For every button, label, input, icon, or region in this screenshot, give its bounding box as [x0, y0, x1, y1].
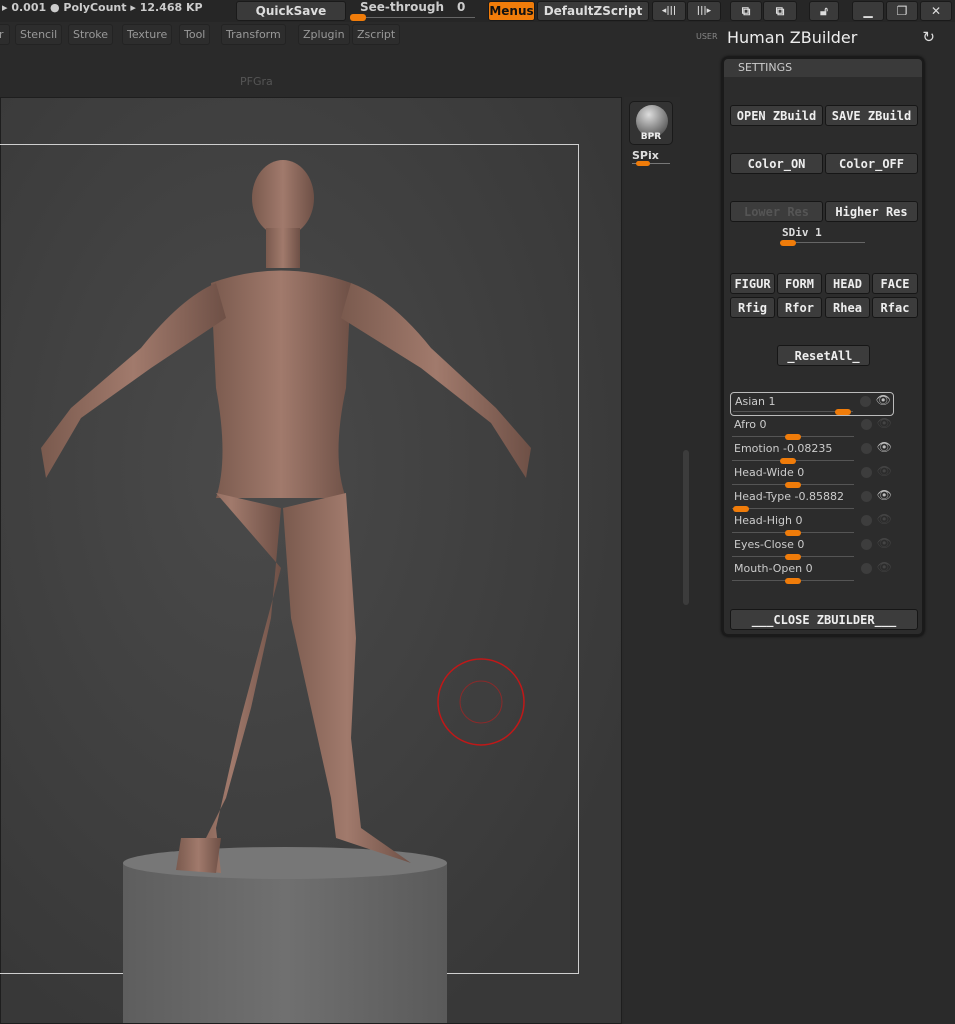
keyframe-dot-icon[interactable]: [861, 515, 872, 526]
eye-icon[interactable]: 👁︎: [877, 560, 892, 574]
slider-track[interactable]: [732, 508, 854, 509]
human-figure-model[interactable]: [1, 98, 621, 1023]
see-through-value: 0: [457, 0, 466, 14]
slider-thumb[interactable]: [834, 409, 851, 415]
sdiv-thumb[interactable]: [780, 240, 796, 246]
menu-item-transform[interactable]: Transform: [221, 24, 286, 45]
preset-rfor-button[interactable]: Rfor: [777, 297, 822, 318]
see-through-label: See-through: [360, 0, 445, 14]
viewport[interactable]: [0, 98, 621, 1023]
slider-label: Emotion -0.08235: [734, 442, 833, 455]
slider-label: Afro 0: [734, 418, 767, 431]
right-shelf: BPR SPix: [624, 97, 680, 1024]
eye-icon[interactable]: 👁︎: [877, 536, 892, 550]
scrollbar[interactable]: [683, 450, 689, 605]
slider-eyes-close[interactable]: Eyes-Close 0 👁︎: [730, 536, 894, 560]
eye-icon[interactable]: 👁︎: [876, 393, 891, 407]
pedestal: [123, 847, 447, 1023]
slider-emotion[interactable]: Emotion -0.08235 👁︎: [730, 440, 894, 464]
color-on-button[interactable]: Color_ON: [730, 153, 823, 174]
preset-rfac-button[interactable]: Rfac: [872, 297, 918, 318]
menu-item-zplugin[interactable]: Zplugin: [298, 24, 350, 45]
preset-face-button[interactable]: FACE: [872, 273, 918, 294]
slider-thumb[interactable]: [785, 578, 801, 584]
preset-figur-button[interactable]: FIGUR: [730, 273, 775, 294]
restore-icon[interactable]: ❐: [886, 1, 918, 21]
canvas[interactable]: [0, 97, 622, 1024]
keyframe-dot-icon[interactable]: [861, 467, 872, 478]
ui-swap-left-icon[interactable]: ⧉: [730, 1, 762, 21]
slider-label: Head-Type -0.85882: [734, 490, 844, 503]
menus-button[interactable]: Menus: [488, 1, 535, 21]
menu-item-stencil[interactable]: Stencil: [15, 24, 63, 45]
preset-rfig-button[interactable]: Rfig: [730, 297, 775, 318]
panel-title: Human ZBuilder: [727, 28, 858, 47]
keyframe-dot-icon[interactable]: [861, 419, 872, 430]
slider-head-type[interactable]: Head-Type -0.85882 👁︎: [730, 488, 894, 512]
layout-right-icon[interactable]: |||▸: [687, 1, 721, 21]
preset-rhea-button[interactable]: Rhea: [825, 297, 870, 318]
menu-item-tool[interactable]: Tool: [179, 24, 211, 45]
menu-item-stroke[interactable]: Stroke: [68, 24, 114, 45]
slider-afro[interactable]: Afro 0 👁︎: [730, 416, 894, 440]
slider-label: Head-Wide 0: [734, 466, 805, 479]
keyframe-dot-icon[interactable]: [860, 396, 871, 407]
refresh-icon[interactable]: ↻: [922, 28, 935, 46]
sdiv-label: SDiv 1: [782, 226, 822, 239]
see-through-slider[interactable]: See-through 0: [350, 0, 480, 22]
user-label: USER: [696, 32, 718, 41]
slider-head-high[interactable]: Head-High 0 👁︎: [730, 512, 894, 536]
settings-header[interactable]: SETTINGS: [724, 59, 922, 77]
brush-cursor: [437, 658, 525, 746]
tray-header: USER Human ZBuilder ↻: [680, 26, 955, 52]
slider-asian[interactable]: Asian 1 👁︎: [730, 392, 894, 416]
ui-swap-right-icon[interactable]: ⧉: [763, 1, 797, 21]
reset-all-button[interactable]: _ResetAll_: [777, 345, 870, 366]
preset-head-button[interactable]: HEAD: [825, 273, 870, 294]
keyframe-dot-icon[interactable]: [861, 491, 872, 502]
keyframe-dot-icon[interactable]: [861, 443, 872, 454]
color-off-button[interactable]: Color_OFF: [825, 153, 918, 174]
eye-icon[interactable]: 👁︎: [877, 416, 892, 430]
default-zscript-button[interactable]: DefaultZScript: [537, 1, 649, 21]
see-through-thumb[interactable]: [350, 14, 366, 21]
lower-res-button[interactable]: Lower Res: [730, 201, 823, 222]
spix-slider[interactable]: [636, 161, 650, 166]
zbuilder-panel: SETTINGS OPEN ZBuild SAVE ZBuild Color_O…: [722, 57, 924, 636]
top-bar: ▸ 0.001 ● PolyCount ▸ 12.468 KP QuickSav…: [0, 0, 955, 22]
eye-icon[interactable]: 👁︎: [877, 464, 892, 478]
save-zbuild-button[interactable]: SAVE ZBuild: [825, 105, 918, 126]
slider-label: Head-High 0: [734, 514, 803, 527]
slider-label: Mouth-Open 0: [734, 562, 813, 575]
minimize-icon[interactable]: ▁: [852, 1, 884, 21]
quicksave-button[interactable]: QuickSave: [236, 1, 346, 21]
open-zbuild-button[interactable]: OPEN ZBuild: [730, 105, 823, 126]
slider-label: Eyes-Close 0: [734, 538, 805, 551]
bpr-label: BPR: [640, 132, 662, 142]
preset-form-button[interactable]: FORM: [777, 273, 822, 294]
bpr-render-button[interactable]: BPR: [629, 101, 673, 145]
higher-res-button[interactable]: Higher Res: [825, 201, 918, 222]
slider-label: Asian 1: [735, 395, 776, 408]
layout-left-icon[interactable]: ◂|||: [652, 1, 686, 21]
keyframe-dot-icon[interactable]: [861, 539, 872, 550]
slider-head-wide[interactable]: Head-Wide 0 👁︎: [730, 464, 894, 488]
eye-icon[interactable]: 👁︎: [877, 440, 892, 454]
eye-icon[interactable]: 👁︎: [877, 512, 892, 526]
eye-icon[interactable]: 👁︎: [877, 488, 892, 502]
keyframe-dot-icon[interactable]: [861, 563, 872, 574]
menu-item-r[interactable]: r: [0, 24, 10, 45]
sdiv-slider[interactable]: SDiv 1: [730, 224, 870, 246]
poly-count-readout: ▸ 0.001 ● PolyCount ▸ 12.468 KP: [2, 1, 203, 14]
close-zbuilder-button[interactable]: ___CLOSE ZBUILDER___: [730, 609, 918, 630]
close-icon[interactable]: ✕: [920, 1, 952, 21]
document-label: PFGra: [240, 75, 273, 88]
lock-icon[interactable]: 🔓︎: [809, 1, 839, 21]
menu-item-zscript[interactable]: Zscript: [352, 24, 401, 45]
slider-mouth-open[interactable]: Mouth-Open 0 👁︎: [730, 560, 894, 584]
menu-item-texture[interactable]: Texture: [122, 24, 173, 45]
